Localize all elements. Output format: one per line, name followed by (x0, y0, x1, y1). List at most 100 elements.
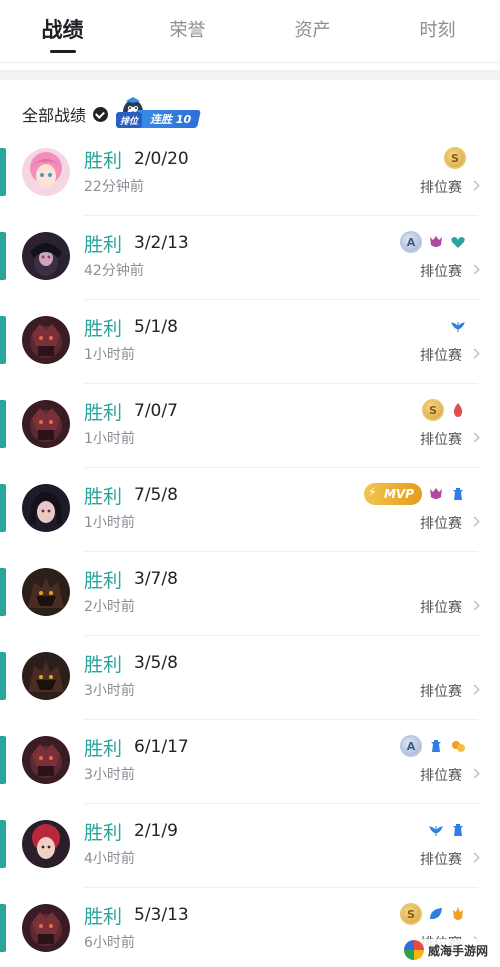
match-kda: 7/0/7 (134, 401, 178, 421)
hero-avatar[interactable] (22, 148, 70, 196)
hero-avatar[interactable] (22, 484, 70, 532)
match-result: 胜利 (84, 486, 123, 508)
match-result: 胜利 (84, 402, 123, 424)
match-badges: MVP (363, 482, 466, 506)
match-kda: 7/5/8 (134, 485, 178, 505)
match-time: 3小时前 (84, 767, 135, 783)
match-result: 胜利 (84, 906, 123, 928)
chevron-right-icon[interactable] (469, 684, 480, 695)
tab-1[interactable]: 荣誉 (125, 0, 250, 62)
match-kda: 2/0/20 (134, 149, 189, 169)
match-badges: S (422, 398, 466, 422)
match-row[interactable]: 胜利 2/0/20 22分钟前 排位赛 S (0, 132, 500, 216)
match-badges: A (400, 230, 466, 254)
match-kda: 5/3/13 (134, 905, 189, 925)
match-row[interactable]: 胜利 3/2/13 42分钟前 排位赛 A (0, 216, 500, 300)
hero-avatar[interactable] (22, 736, 70, 784)
match-mode: 排位赛 (420, 432, 462, 448)
gold-medal: S (444, 147, 466, 169)
win-indicator-bar (0, 652, 6, 700)
match-row[interactable]: 胜利 3/7/8 2小时前 排位赛 (0, 552, 500, 636)
chevron-right-icon[interactable] (469, 264, 480, 275)
match-result: 胜利 (84, 318, 123, 340)
match-time: 42分钟前 (84, 263, 144, 279)
chevron-right-icon[interactable] (469, 600, 480, 611)
tab-3[interactable]: 时刻 (375, 0, 500, 62)
hero-avatar[interactable] (22, 820, 70, 868)
wing-icon (428, 822, 444, 838)
chevron-down-icon[interactable] (93, 106, 109, 122)
match-list: 胜利 2/0/20 22分钟前 排位赛 S 胜利 3/2/13 42分钟前 排位赛 A 胜利 5/1/… (0, 132, 500, 967)
record-filter[interactable]: 全部战绩 连胜 10 排位 (22, 96, 211, 132)
match-mode: 排位赛 (420, 852, 462, 868)
hero-avatar[interactable] (22, 652, 70, 700)
chevron-right-icon[interactable] (469, 348, 480, 359)
match-time: 1小时前 (84, 347, 135, 363)
fire-icon (450, 402, 466, 418)
match-row[interactable]: 胜利 3/5/8 3小时前 排位赛 (0, 636, 500, 720)
win-indicator-bar (0, 316, 6, 364)
tab-label: 资产 (294, 20, 331, 41)
match-result: 胜利 (84, 234, 123, 256)
match-time: 6小时前 (84, 935, 135, 951)
match-row[interactable]: 胜利 7/5/8 1小时前 排位赛 MVP (0, 468, 500, 552)
gold-medal: S (422, 399, 444, 421)
match-badges (450, 314, 466, 338)
match-kda: 6/1/17 (134, 737, 189, 757)
win-streak-badge: 连胜 10 排位 (116, 96, 211, 132)
hero-avatar[interactable] (22, 232, 70, 280)
tower-icon (428, 738, 444, 754)
match-time: 1小时前 (84, 431, 135, 447)
hero-avatar[interactable] (22, 904, 70, 952)
tab-0[interactable]: 战绩 (0, 0, 125, 62)
match-time: 3小时前 (84, 683, 135, 699)
streak-ribbon: 连胜 10 (132, 110, 202, 128)
match-kda: 2/1/9 (134, 821, 178, 841)
win-indicator-bar (0, 904, 6, 952)
match-badges (428, 818, 466, 842)
match-mode: 排位赛 (420, 516, 462, 532)
match-row[interactable]: 胜利 6/1/17 3小时前 排位赛 A (0, 720, 500, 804)
watermark-text: 威海手游网 (427, 943, 488, 958)
chevron-right-icon[interactable] (469, 432, 480, 443)
match-time: 1小时前 (84, 515, 135, 531)
chevron-right-icon[interactable] (469, 768, 480, 779)
leaf-icon (428, 906, 444, 922)
top-tab-bar: 战绩 荣誉 资产 时刻 (0, 0, 500, 62)
win-indicator-bar (0, 148, 6, 196)
match-result: 胜利 (84, 738, 123, 760)
tab-label: 荣誉 (169, 20, 206, 41)
flame-icon (450, 906, 466, 922)
match-badges: A (400, 734, 466, 758)
mvp-badge: MVP (363, 483, 422, 505)
tab-2[interactable]: 资产 (250, 0, 375, 62)
chevron-right-icon[interactable] (469, 516, 480, 527)
hero-avatar[interactable] (22, 400, 70, 448)
section-separator (0, 70, 500, 80)
watermark-logo-icon (403, 940, 424, 960)
match-row[interactable]: 胜利 2/1/9 4小时前 排位赛 (0, 804, 500, 888)
hero-avatar[interactable] (22, 316, 70, 364)
active-tab-indicator (49, 50, 76, 53)
win-indicator-bar (0, 568, 6, 616)
match-row[interactable]: 胜利 5/1/8 1小时前 排位赛 (0, 300, 500, 384)
win-indicator-bar (0, 736, 6, 784)
match-mode: 排位赛 (420, 180, 462, 196)
chevron-right-icon[interactable] (469, 852, 480, 863)
win-indicator-bar (0, 820, 6, 868)
match-result: 胜利 (84, 150, 123, 172)
match-result: 胜利 (84, 570, 123, 592)
match-mode: 排位赛 (420, 768, 462, 784)
hero-avatar[interactable] (22, 568, 70, 616)
match-mode: 排位赛 (420, 684, 462, 700)
match-badges: S (444, 146, 466, 170)
wing-icon (450, 318, 466, 334)
match-kda: 3/2/13 (134, 233, 189, 253)
tower-icon (450, 822, 466, 838)
streak-text: 连胜 10 (150, 113, 192, 126)
demon-icon (428, 234, 444, 250)
match-row[interactable]: 胜利 7/0/7 1小时前 排位赛 S (0, 384, 500, 468)
win-indicator-bar (0, 484, 6, 532)
chevron-right-icon[interactable] (469, 180, 480, 191)
tab-label: 时刻 (419, 20, 456, 41)
